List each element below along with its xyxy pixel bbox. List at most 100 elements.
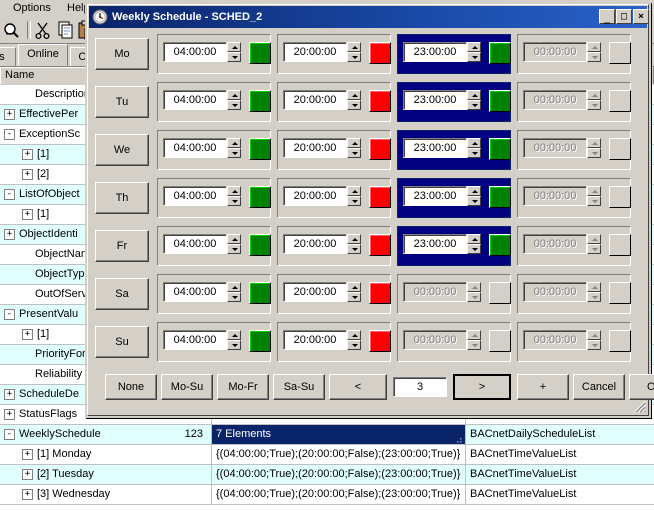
time-slot-fr-1[interactable]: 04:00:00 [157,226,271,266]
time-input[interactable]: 23:00:00 [403,186,467,206]
time-spinner[interactable] [587,42,601,62]
state-swatch-on[interactable] [249,234,271,256]
spinner-up-button[interactable] [347,186,361,196]
time-input[interactable]: 23:00:00 [403,234,467,254]
day-button-mo[interactable]: Mo [95,38,149,70]
spinner-down-button[interactable] [347,196,361,206]
time-slot-tu-4[interactable]: 00:00:00 [517,82,631,122]
time-slot-tu-3[interactable]: 23:00:00 [397,82,511,122]
time-slot-mo-4[interactable]: 00:00:00 [517,34,631,74]
state-swatch-on[interactable] [489,42,511,64]
spinner-down-button[interactable] [227,244,241,254]
time-slot-fr-3[interactable]: 23:00:00 [397,226,511,266]
cut-icon[interactable] [33,20,54,40]
spinner-up-button[interactable] [347,90,361,100]
spinner-up-button[interactable] [467,186,481,196]
expand-icon[interactable]: + [4,228,15,240]
time-input[interactable]: 20:00:00 [283,186,347,206]
time-input[interactable]: 20:00:00 [283,42,347,62]
day-button-sa[interactable]: Sa [95,278,149,310]
spinner-up-button[interactable] [227,90,241,100]
close-button[interactable]: × [633,9,649,24]
time-spinner[interactable] [347,330,361,350]
spinner-down-button[interactable] [227,292,241,302]
copy-icon[interactable] [56,20,77,40]
time-slot-tu-1[interactable]: 04:00:00 [157,82,271,122]
day-button-fr[interactable]: Fr [95,230,149,262]
day-button-we[interactable]: We [95,134,149,166]
none-button[interactable]: None [105,374,157,400]
state-swatch-off[interactable] [369,42,391,64]
expand-icon[interactable]: + [22,148,33,160]
time-spinner[interactable] [227,138,241,158]
state-swatch-off[interactable] [369,186,391,208]
time-slot-we-3[interactable]: 23:00:00 [397,130,511,170]
time-spinner[interactable] [467,330,481,350]
spinner-up-button[interactable] [227,330,241,340]
time-slot-tu-2[interactable]: 20:00:00 [277,82,391,122]
spinner-up-button[interactable] [467,42,481,52]
spinner-up-button[interactable] [227,186,241,196]
time-spinner[interactable] [347,138,361,158]
time-spinner[interactable] [227,234,241,254]
spinner-down-button[interactable] [227,100,241,110]
state-swatch-on[interactable] [249,186,271,208]
minimize-button[interactable]: _ [599,9,615,24]
collapse-icon[interactable]: - [4,188,15,200]
expand-icon[interactable]: + [4,388,15,400]
expand-icon[interactable]: + [22,328,33,340]
state-swatch-on[interactable] [489,138,511,160]
time-slot-we-2[interactable]: 20:00:00 [277,130,391,170]
spinner-down-button[interactable] [347,340,361,350]
time-spinner[interactable] [347,186,361,206]
cancel-button[interactable]: Cancel [573,374,625,400]
time-slot-mo-2[interactable]: 20:00:00 [277,34,391,74]
find-icon[interactable] [2,20,23,40]
state-swatch-on[interactable] [489,90,511,112]
time-spinner[interactable] [467,234,481,254]
maximize-button[interactable]: □ [616,9,632,24]
time-spinner[interactable] [227,330,241,350]
day-button-su[interactable]: Su [95,326,149,358]
time-slot-sa-3[interactable]: 00:00:00 [397,274,511,314]
time-spinner[interactable] [227,186,241,206]
expand-icon[interactable]: + [22,468,33,480]
tab-partial[interactable]: s [0,47,16,66]
time-spinner[interactable] [347,282,361,302]
spinner-down-button[interactable] [227,52,241,62]
grid-cell-value[interactable]: {(04:00:00;True);(20:00:00;False);(23:00… [212,465,466,484]
spinner-down-button[interactable] [467,244,481,254]
state-swatch-on[interactable] [249,90,271,112]
time-spinner[interactable] [467,186,481,206]
state-swatch-off[interactable] [369,330,391,352]
spinner-up-button[interactable] [227,282,241,292]
day-button-th[interactable]: Th [95,182,149,214]
grid-cell-value[interactable]: 7 Elements [212,425,466,444]
time-spinner[interactable] [587,234,601,254]
time-input[interactable]: 20:00:00 [283,234,347,254]
time-slot-th-2[interactable]: 20:00:00 [277,178,391,218]
collapse-icon[interactable]: - [4,308,15,320]
time-input[interactable]: 23:00:00 [403,42,467,62]
time-input[interactable]: 04:00:00 [163,90,227,110]
collapse-icon[interactable]: - [4,128,15,140]
mo-su-button[interactable]: Mo-Su [161,374,213,400]
table-row[interactable]: + [3] Wednesday {(04:00:00;True);(20:00:00… [0,485,654,505]
time-spinner[interactable] [587,90,601,110]
time-input[interactable]: 04:00:00 [163,138,227,158]
add-button[interactable]: + [517,374,569,400]
next-button[interactable]: > [453,374,511,400]
time-spinner[interactable] [347,42,361,62]
spinner-up-button[interactable] [227,138,241,148]
time-input[interactable]: 04:00:00 [163,282,227,302]
spinner-up-button[interactable] [347,234,361,244]
state-swatch-on[interactable] [249,138,271,160]
grid-cell-value[interactable]: {(04:00:00;True);(20:00:00;False);(23:00… [212,485,466,504]
table-row[interactable]: + [2] Tuesday {(04:00:00;True);(20:00:00;F… [0,465,654,485]
grid-cell-value[interactable]: {(04:00:00;True);(20:00:00;False);(23:00… [212,445,466,464]
state-swatch-on[interactable] [249,42,271,64]
state-swatch-off[interactable] [369,282,391,304]
time-slot-sa-4[interactable]: 00:00:00 [517,274,631,314]
time-spinner[interactable] [347,234,361,254]
mo-fr-button[interactable]: Mo-Fr [217,374,269,400]
